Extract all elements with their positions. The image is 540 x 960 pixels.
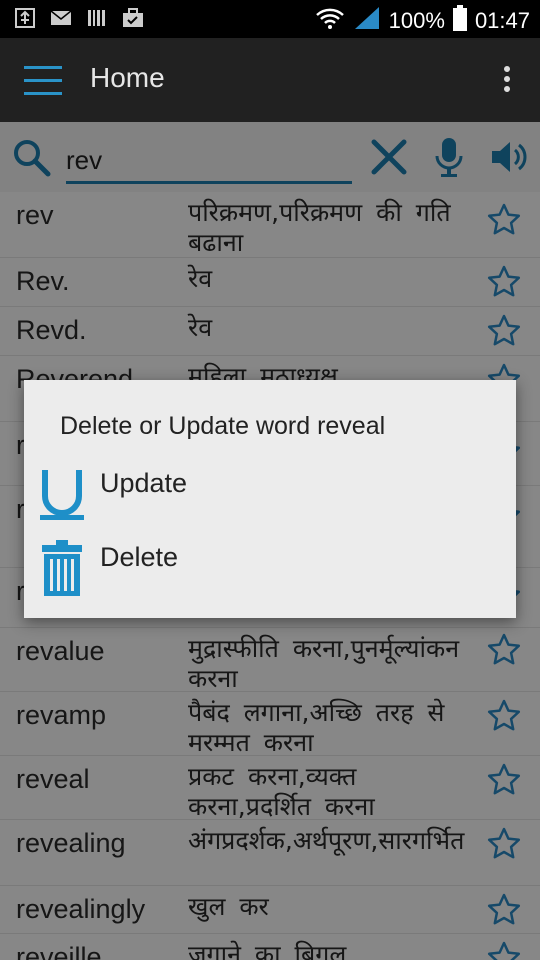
app-bar: Home (0, 38, 540, 122)
page-title: Home (90, 62, 165, 93)
action-dialog: Delete or Update word reveal Update Dele… (24, 380, 516, 618)
barcode-icon (86, 7, 108, 29)
update-u-icon (38, 464, 86, 528)
battery-icon (452, 5, 467, 37)
delete-label: Delete (100, 542, 179, 572)
update-option[interactable]: Update (24, 464, 516, 534)
overflow-menu-icon[interactable] (504, 66, 512, 96)
delete-option[interactable]: Delete (24, 538, 516, 608)
trash-icon (38, 538, 86, 602)
signal-icon (353, 5, 381, 37)
bag-icon (122, 7, 144, 29)
clock: 01:47 (474, 8, 530, 33)
wifi-icon (315, 6, 345, 36)
dialog-title: Delete or Update word reveal (60, 412, 386, 440)
hamburger-icon[interactable] (24, 66, 62, 96)
mail-icon (50, 7, 72, 29)
update-label: Update (100, 468, 188, 498)
status-bar: 100% 01:47 (0, 0, 540, 38)
usb-icon (14, 7, 36, 29)
battery-percent: 100% (388, 8, 445, 33)
